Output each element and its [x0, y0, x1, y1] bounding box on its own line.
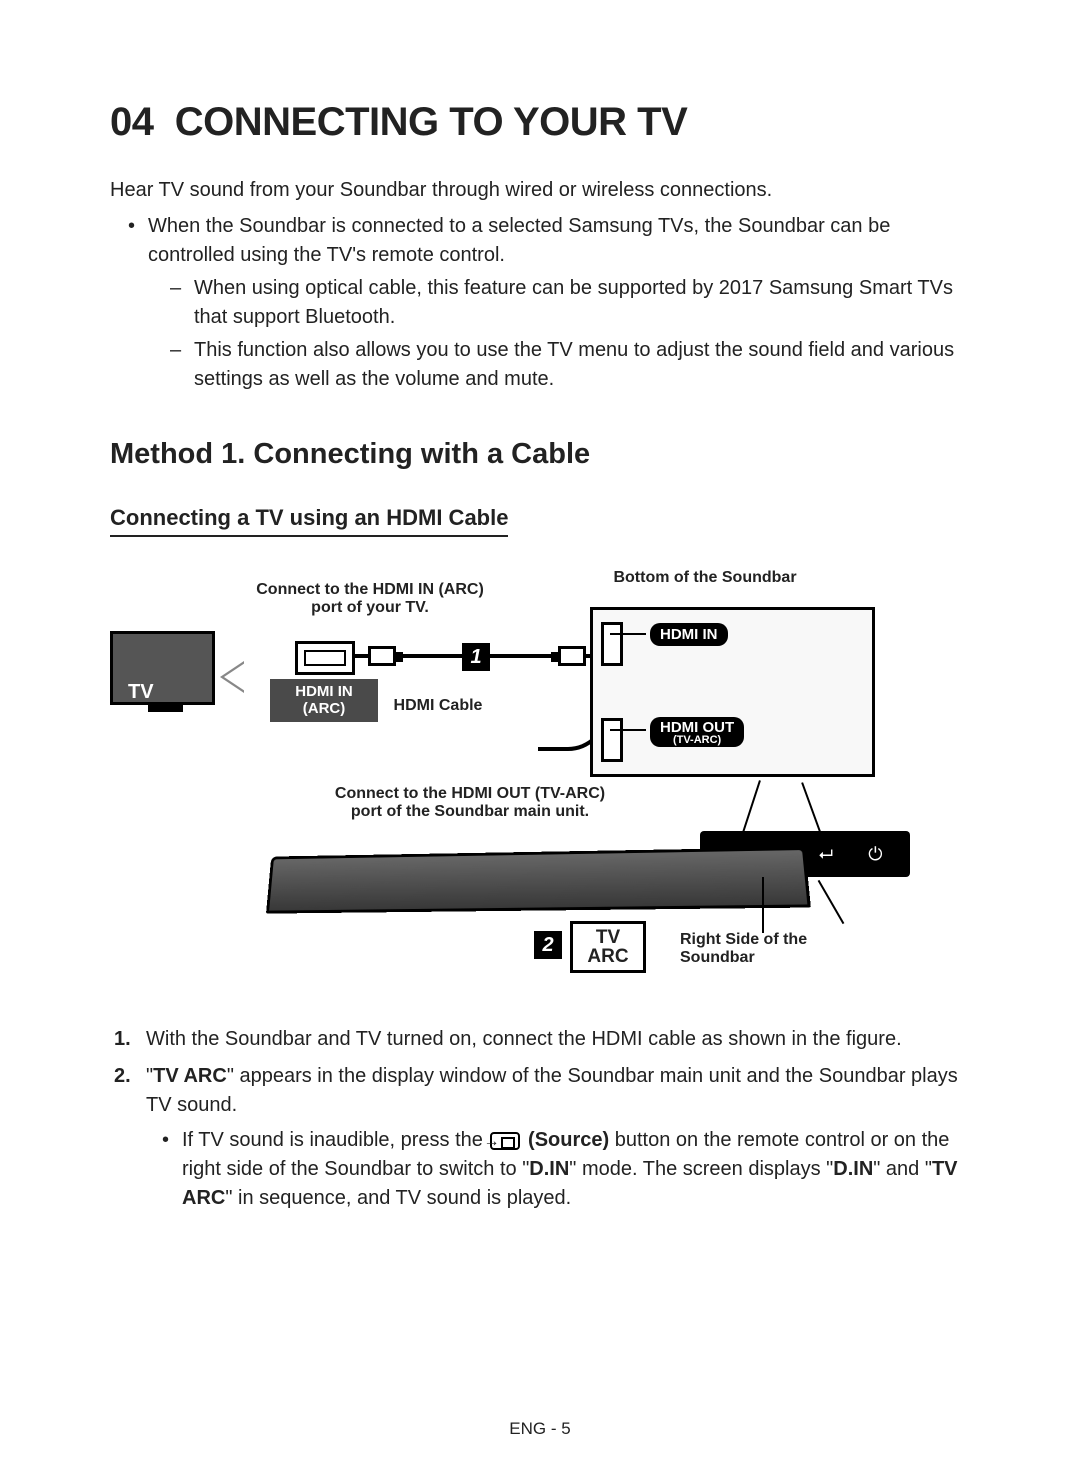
hdmi-cable-label: HDMI Cable [378, 697, 498, 715]
connection-diagram: Connect to the HDMI IN (ARC) port of you… [110, 561, 970, 1001]
step-2-badge: 2 [534, 931, 562, 959]
leader-line [610, 729, 646, 731]
instruction-steps: With the Soundbar and TV turned on, conn… [110, 1025, 970, 1213]
step-2-text: "TV ARC" appears in the display window o… [146, 1065, 958, 1116]
hdmi-out-port-label: HDMI OUT (TV-ARC) [650, 717, 744, 747]
label-bottom-soundbar: Bottom of the Soundbar [580, 569, 830, 587]
intro-bullets: When the Soundbar is connected to a sele… [110, 212, 970, 394]
dash-list: When using optical cable, this feature c… [148, 274, 970, 394]
dash-item: This function also allows you to use the… [176, 336, 970, 394]
page-footer: ENG - 5 [0, 1419, 1080, 1439]
source-icon: ⮠ [819, 844, 833, 865]
step-2: "TV ARC" appears in the display window o… [110, 1062, 970, 1213]
sub-heading: Connecting a TV using an HDMI Cable [110, 505, 508, 537]
leader-line [801, 782, 821, 832]
tv-arc-bold: TV ARC [153, 1065, 227, 1087]
label-right-side: Right Side of the Soundbar [680, 931, 860, 967]
hdmi-port-icon [295, 641, 355, 675]
label-connect-hdmi-in: Connect to the HDMI IN (ARC) port of you… [255, 581, 485, 617]
hdmi-in-port-icon [601, 622, 623, 666]
tv-label: TV [128, 681, 154, 704]
txt: " mode. The screen displays " [569, 1158, 833, 1180]
power-icon: ⏻ [868, 844, 882, 865]
step-1-badge: 1 [462, 643, 490, 671]
leader-line [818, 880, 845, 924]
din-bold: D.IN [833, 1158, 873, 1180]
section-title: 04 CONNECTING TO YOUR TV [110, 100, 970, 145]
cable-plug-icon [368, 646, 396, 666]
step-1: With the Soundbar and TV turned on, conn… [110, 1025, 970, 1054]
dash-item: When using optical cable, this feature c… [176, 274, 970, 332]
hdmi-in-arc-label: HDMI IN (ARC) [270, 679, 378, 722]
source-button-icon [490, 1132, 520, 1150]
hdmi-out-port-icon [601, 718, 623, 762]
source-bold: (Source) [528, 1129, 609, 1151]
soundbar-device-icon [266, 847, 811, 914]
label-connect-hdmi-out: Connect to the HDMI OUT (TV-ARC) port of… [330, 785, 610, 821]
step-1-text: With the Soundbar and TV turned on, conn… [146, 1028, 902, 1050]
txt: " appears in the display window of the S… [146, 1065, 958, 1116]
intro-text: Hear TV sound from your Soundbar through… [110, 179, 970, 202]
section-title-text: CONNECTING TO YOUR TV [175, 100, 688, 144]
hdmi-in-port-label: HDMI IN [650, 623, 728, 646]
txt: " and " [873, 1158, 932, 1180]
tv-icon [110, 631, 215, 705]
step-2-sub: If TV sound is inaudible, press the (Sou… [146, 1126, 970, 1213]
bullet-text: When the Soundbar is connected to a sele… [148, 215, 890, 266]
leader-line [741, 780, 761, 836]
tv-arc-line2: ARC [587, 947, 628, 966]
tv-arc-line1: TV [596, 928, 620, 947]
arrow-icon [220, 661, 244, 693]
method-heading: Method 1. Connecting with a Cable [110, 438, 970, 471]
leader-line [762, 877, 764, 933]
tv-arc-display-box: TV ARC [570, 921, 646, 973]
hdmi-out-sub: (TV-ARC) [660, 735, 734, 746]
bullet-item: When the Soundbar is connected to a sele… [134, 212, 970, 394]
txt: " in sequence, and TV sound is played. [225, 1187, 571, 1209]
leader-line [610, 633, 646, 635]
txt: If TV sound is inaudible, press the [182, 1129, 488, 1151]
cable-plug-icon [558, 646, 586, 666]
section-number: 04 [110, 100, 154, 144]
din-bold: D.IN [529, 1158, 569, 1180]
step-2-sub-item: If TV sound is inaudible, press the (Sou… [166, 1126, 970, 1213]
